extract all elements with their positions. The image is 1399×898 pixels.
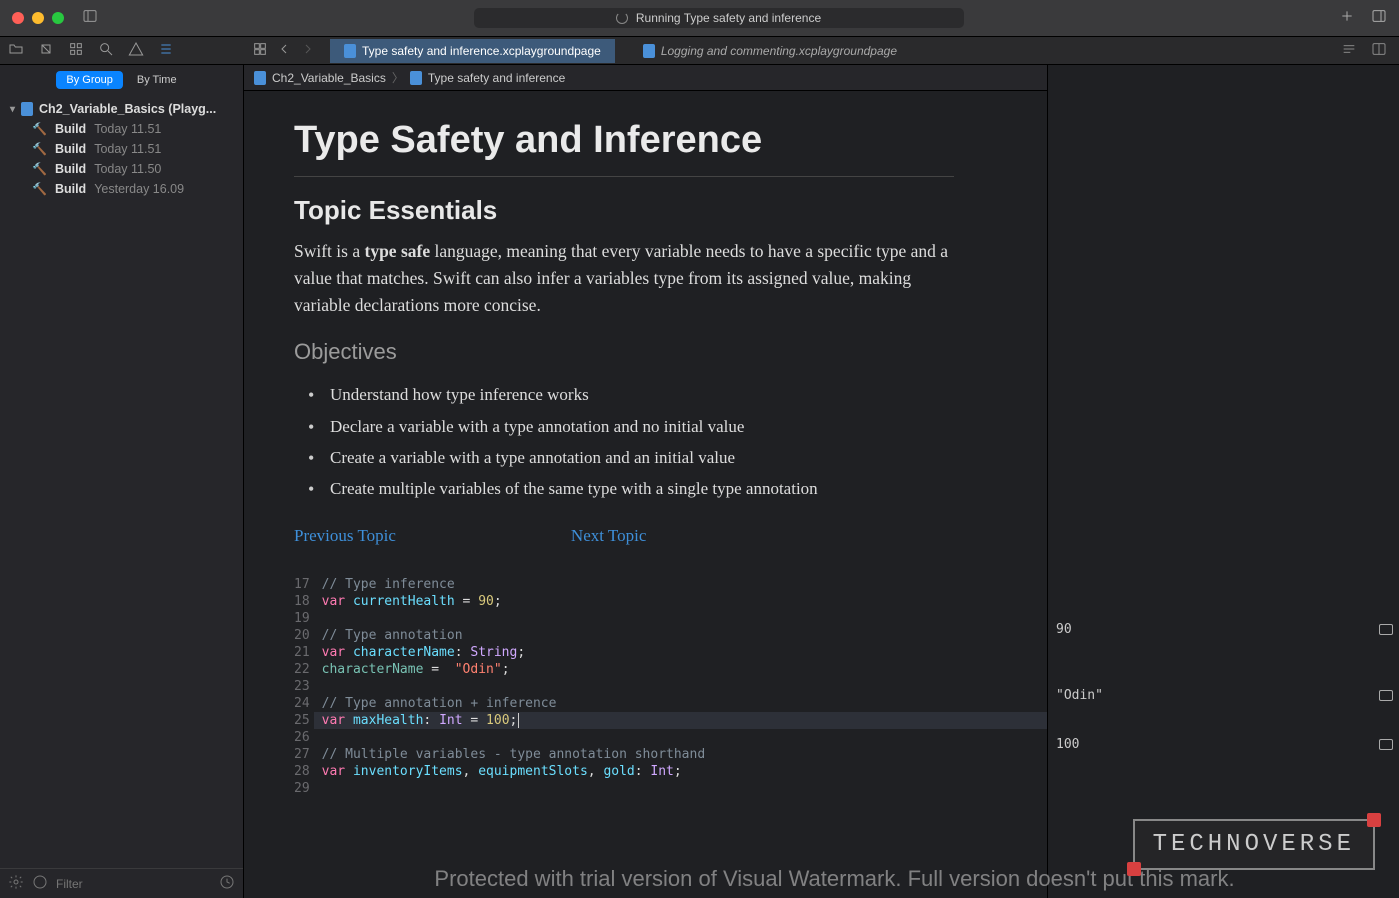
swift-file-icon	[344, 44, 356, 58]
result-value: 100	[1056, 737, 1079, 752]
project-row[interactable]: ▾ Ch2_Variable_Basics (Playg...	[0, 99, 243, 119]
seg-by-time[interactable]: By Time	[127, 71, 187, 89]
tab-inactive-label: Logging and commenting.xcplaygroundpage	[661, 44, 897, 58]
intro-paragraph: Swift is a type safe language, meaning t…	[294, 238, 954, 319]
quicklook-icon[interactable]	[1379, 690, 1393, 701]
build-row[interactable]: 🔨 Build Today 11.51	[32, 139, 243, 159]
folder-icon[interactable]	[8, 41, 24, 60]
back-icon[interactable]	[276, 41, 292, 60]
window-controls	[12, 12, 64, 24]
find-icon[interactable]	[98, 41, 114, 60]
quicklook-icon[interactable]	[1379, 739, 1393, 750]
editor-layout-icon[interactable]	[1341, 41, 1357, 60]
build-row[interactable]: 🔨 Build Today 11.51	[32, 119, 243, 139]
chevron-right-icon: 〉	[392, 69, 404, 86]
status-file: Type safety and inference	[684, 11, 821, 25]
spinner-icon	[616, 12, 628, 24]
sidebar-toggle-icon[interactable]	[82, 8, 98, 29]
result-row[interactable]: 100	[1056, 737, 1393, 752]
status-prefix: Running	[636, 11, 681, 25]
list-item: Create multiple variables of the same ty…	[308, 473, 954, 504]
activity-status: Running Type safety and inference	[474, 8, 964, 28]
chevron-down-icon[interactable]: ▾	[10, 104, 15, 115]
page-title: Type Safety and Inference	[294, 119, 954, 162]
result-value: 90	[1056, 622, 1072, 637]
navigator-sidebar: By Group By Time ▾ Ch2_Variable_Basics (…	[0, 65, 244, 898]
reports-icon[interactable]	[158, 41, 174, 60]
playground-icon	[254, 71, 266, 85]
list-item: Declare a variable with a type annotatio…	[308, 411, 954, 442]
adjust-editor-icon[interactable]	[1371, 41, 1387, 60]
filter-input[interactable]	[56, 877, 211, 891]
swift-file-icon	[410, 71, 422, 85]
result-value: "Odin"	[1056, 688, 1103, 703]
clock-icon[interactable]	[219, 874, 235, 893]
filter-scope-icon[interactable]	[32, 874, 48, 893]
result-row[interactable]: "Odin"	[1056, 688, 1393, 703]
sidebar-segmented-control: By Group By Time	[0, 65, 243, 95]
next-topic-link[interactable]: Next Topic	[571, 526, 646, 546]
breadcrumb[interactable]: Ch2_Variable_Basics 〉 Type safety and in…	[244, 65, 1047, 91]
divider	[294, 176, 954, 177]
add-tab-icon[interactable]	[1339, 8, 1355, 29]
breadcrumb-b: Type safety and inference	[428, 71, 565, 85]
gear-icon[interactable]	[8, 874, 24, 893]
hammer-icon: 🔨	[32, 162, 47, 176]
tab-toolbar: Type safety and inference.xcplaygroundpa…	[0, 37, 1399, 65]
previous-topic-link[interactable]: Previous Topic	[294, 526, 396, 546]
line-gutter: 17181920212223242526272829	[294, 576, 322, 797]
titlebar: Running Type safety and inference	[0, 0, 1399, 37]
result-row[interactable]: 90	[1056, 622, 1393, 637]
build-row[interactable]: 🔨 Build Today 11.50	[32, 159, 243, 179]
hammer-icon: 🔨	[32, 122, 47, 136]
library-icon[interactable]	[1371, 8, 1387, 29]
swift-file-icon	[643, 44, 655, 58]
tab-active-label: Type safety and inference.xcplaygroundpa…	[362, 44, 601, 58]
results-sidebar: 90 "Odin" 100	[1047, 65, 1399, 898]
project-name: Ch2_Variable_Basics (Playg...	[39, 102, 216, 116]
section-heading: Topic Essentials	[294, 195, 954, 226]
hammer-icon: 🔨	[32, 142, 47, 156]
breadcrumb-a: Ch2_Variable_Basics	[272, 71, 386, 85]
playground-icon	[21, 102, 33, 116]
objectives-list: Understand how type inference works Decl…	[308, 379, 954, 504]
minimize-window-button[interactable]	[32, 12, 44, 24]
list-item: Understand how type inference works	[308, 379, 954, 410]
hammer-icon: 🔨	[32, 182, 47, 196]
tab-inactive[interactable]: Logging and commenting.xcplaygroundpage	[629, 39, 911, 63]
build-row[interactable]: 🔨 Build Yesterday 16.09	[32, 179, 243, 199]
issues-icon[interactable]	[128, 41, 144, 60]
maximize-window-button[interactable]	[52, 12, 64, 24]
quicklook-icon[interactable]	[1379, 624, 1393, 635]
report-tree: ▾ Ch2_Variable_Basics (Playg... 🔨 Build …	[0, 95, 243, 203]
seg-by-group[interactable]: By Group	[56, 71, 122, 89]
code-block[interactable]: 17181920212223242526272829 // Type infer…	[294, 576, 954, 797]
objectives-heading: Objectives	[294, 339, 954, 365]
source-control-icon[interactable]	[38, 41, 54, 60]
tab-active[interactable]: Type safety and inference.xcplaygroundpa…	[330, 39, 615, 63]
forward-icon[interactable]	[300, 41, 316, 60]
editor-content[interactable]: Type Safety and Inference Topic Essentia…	[244, 91, 1004, 898]
list-item: Create a variable with a type annotation…	[308, 442, 954, 473]
close-window-button[interactable]	[12, 12, 24, 24]
symbols-icon[interactable]	[68, 41, 84, 60]
related-items-icon[interactable]	[252, 41, 268, 60]
sidebar-footer	[0, 868, 243, 898]
